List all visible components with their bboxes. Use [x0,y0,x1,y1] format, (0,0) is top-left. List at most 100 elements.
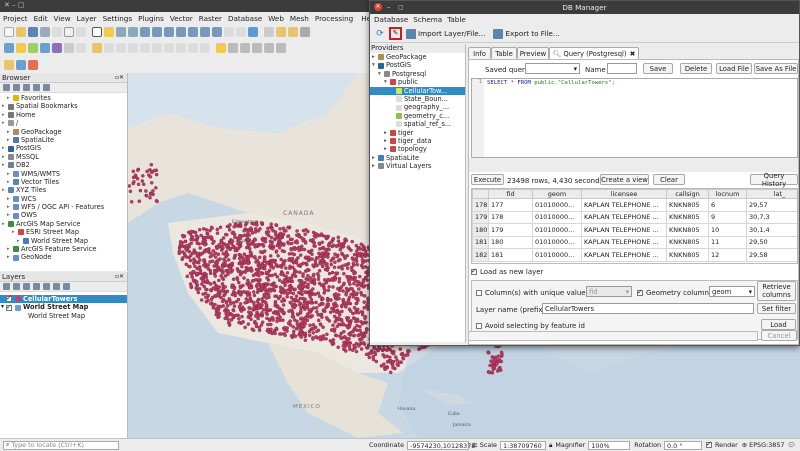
save-edits-icon[interactable] [104,43,114,53]
table-cell[interactable]: 181 [488,248,533,262]
chevron-right-icon[interactable]: ▸ [7,128,12,136]
crs-label[interactable]: EPSG:3857 [749,441,784,449]
table-cell[interactable]: 177 [488,198,533,212]
chevron-right-icon[interactable]: ▸ [17,237,22,245]
column-header[interactable]: lat_ [746,189,797,199]
pan-icon[interactable] [92,27,102,37]
create-view-button[interactable]: Create a view [600,174,649,185]
zoom-native-icon[interactable] [188,27,198,37]
locator-search[interactable]: ⌕ Type to locate (Ctrl+K) [3,440,119,450]
delete-query-button[interactable]: Delete [680,63,712,74]
browser-item[interactable]: ▸ ESRI Street Map [0,228,127,236]
table-cell[interactable]: 29,57 [746,198,797,212]
redo-icon[interactable] [200,43,210,53]
chevron-right-icon[interactable]: ▸ [7,203,12,211]
column-header[interactable]: licensee [581,189,667,199]
browser-item[interactable]: ▸ PostGIS [0,144,127,152]
browser-item[interactable]: ▸ ArcGIS Map Service [0,220,127,228]
splitter[interactable] [469,158,798,172]
browser-item[interactable]: ▸ GeoNode [0,253,127,261]
table-cell[interactable]: KAPLAN TELEPHONE ... [581,223,667,237]
chevron-right-icon[interactable]: ▸ [7,211,12,219]
import-layer-button[interactable]: Import Layer/File... [418,29,485,38]
save-as-icon[interactable] [40,27,50,37]
layer-visibility-checkbox[interactable] [6,303,13,311]
menu-web[interactable]: Web [268,14,284,23]
chevron-right-icon[interactable]: ▸ [2,144,7,152]
new-temporary-layer-icon[interactable] [64,43,74,53]
label-pin-icon[interactable] [228,43,238,53]
data-source-manager-icon[interactable] [4,43,14,53]
chevron-right-icon[interactable]: ▸ [7,253,12,261]
geometry-column-toggle[interactable]: Geometry column [637,288,709,297]
query-history-button[interactable]: Query History [750,172,798,188]
label-show-icon[interactable] [240,43,250,53]
geometry-column-select[interactable]: geom ▾ [709,286,755,297]
menu-database[interactable]: Database [374,15,408,24]
browser-item[interactable]: ▸ Favorites [0,94,127,102]
browser-item[interactable]: ▸ OWS [0,211,127,219]
browser-item[interactable]: ▸ GeoPackage [0,128,127,136]
clear-button[interactable]: Clear [653,174,685,185]
new-shapefile-icon[interactable] [28,43,38,53]
filter-legend-icon[interactable] [33,283,40,290]
table-cell[interactable]: 01010000... [532,198,582,212]
cut-features-icon[interactable] [152,43,162,53]
unique-column-select[interactable]: fid ▾ [586,286,632,297]
provider-item[interactable]: ▾ PostGIS [370,61,465,69]
chevron-right-icon[interactable]: ▸ [7,195,12,203]
new-spatialite-icon[interactable] [40,43,50,53]
chevron-right-icon[interactable]: ▸ [2,102,7,110]
column-header[interactable]: geom [532,189,582,199]
processing-toolbox-icon[interactable] [16,59,26,70]
remove-layer-icon[interactable] [63,283,70,290]
table-cell[interactable]: 30,7,3 [746,210,797,224]
browser-item[interactable]: ▸ WFS / OGC API - Features [0,203,127,211]
zoom-selection-icon[interactable] [164,27,174,37]
browser-item[interactable]: ▸ DB2 [0,161,127,169]
query-name-input[interactable] [607,63,637,74]
column-header[interactable]: callsign [666,189,709,199]
browser-item[interactable]: ▸ Spatial Bookmarks [0,102,127,110]
row-header[interactable]: 178 [472,198,489,212]
lock-icon[interactable]: 🔒︎ [549,441,552,450]
table-row[interactable]: 179 178 01010000... KAPLAN TELEPHONE ... KNK… [472,210,797,224]
select-icon[interactable] [276,27,286,37]
table-cell[interactable]: KNKN805 [666,198,709,212]
chevron-right-icon[interactable]: ▸ [7,136,12,144]
table-cell[interactable]: 180 [488,235,533,249]
provider-item[interactable]: ▾ public [370,78,465,86]
provider-item[interactable]: geography_... [370,103,465,111]
crs-globe-icon[interactable]: ⊕ [742,441,747,449]
provider-item[interactable]: ▸ topology [370,145,465,153]
table-cell[interactable]: 11 [708,235,747,249]
provider-item[interactable]: ▸ GeoPackage [370,53,465,61]
menu-database[interactable]: Database [228,14,262,23]
open-project-icon[interactable] [16,27,26,37]
avoid-selecting-toggle[interactable]: Avoid selecting by feature id [476,322,585,330]
provider-item-selected[interactable]: CellularTow... [370,86,465,95]
copy-features-icon[interactable] [164,43,174,53]
saved-query-dropdown[interactable]: ▾ [525,63,580,74]
menu-table[interactable]: Table [447,15,466,24]
provider-item[interactable]: ▸ tiger [370,129,465,137]
pan-to-selection-icon[interactable] [104,27,114,37]
row-header[interactable]: 179 [472,210,489,224]
browser-item[interactable]: ▸ Vector Tiles [0,178,127,186]
provider-item[interactable]: spatial_ref_s... [370,120,465,128]
panel-float-close-icon[interactable]: ▫✕ [115,273,124,280]
zoom-rubberband-icon[interactable] [140,27,150,37]
column-header[interactable]: fid [488,189,533,199]
layer-row-cellulartowers[interactable]: CellularTowers [0,294,127,304]
manage-map-themes-icon[interactable] [23,283,30,290]
column-header[interactable]: locnum [708,189,747,199]
refresh-icon[interactable]: ⟳ [374,28,386,40]
statistics-icon[interactable] [28,59,38,70]
table-cell[interactable]: KNKN805 [666,248,709,262]
window-controls-icon[interactable]: ✕ – ▢ [4,1,24,9]
provider-item[interactable]: ▾ Postgresql [370,70,465,78]
save-query-button[interactable]: Save [643,63,673,74]
browser-item[interactable]: ▸ MSSQL [0,153,127,161]
save-project-icon[interactable] [28,27,38,37]
label-move-icon[interactable] [252,43,262,53]
